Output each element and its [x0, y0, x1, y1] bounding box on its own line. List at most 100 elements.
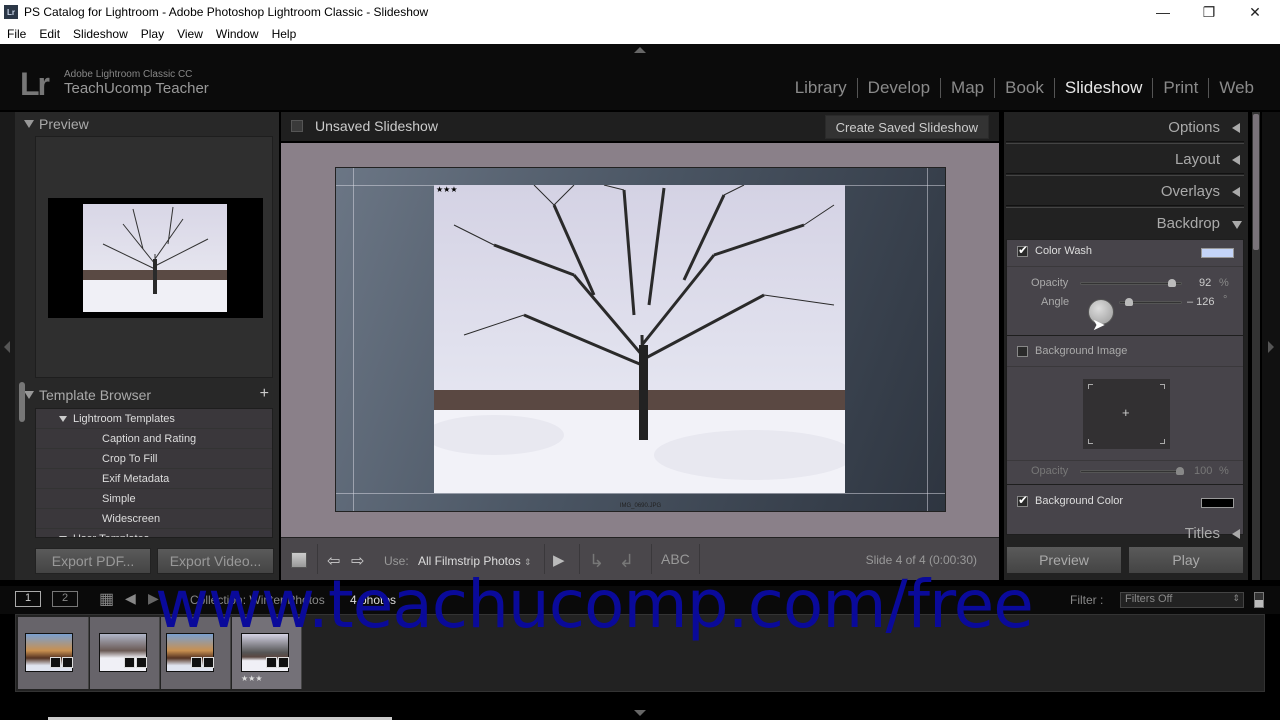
collapse-right-panel-icon[interactable]: [1268, 341, 1274, 353]
slideshow-header: Unsaved Slideshow Create Saved Slideshow: [281, 112, 999, 142]
maximize-button[interactable]: ❐: [1186, 0, 1232, 24]
collapsed-triangle-icon: [1232, 529, 1240, 539]
use-select[interactable]: All Filmstrip Photos ⇕: [418, 554, 532, 568]
preview-slide: [48, 198, 263, 318]
backdrop-section-header[interactable]: Backdrop: [1004, 208, 1248, 240]
right-panel-scrollbar[interactable]: [1252, 112, 1260, 580]
menu-help[interactable]: Help: [265, 27, 303, 41]
forward-arrow-icon[interactable]: ▶: [148, 590, 159, 607]
menu-slideshow[interactable]: Slideshow: [66, 27, 134, 41]
right-panel-buttons: Preview Play: [1006, 546, 1244, 574]
module-develop[interactable]: Develop: [858, 78, 940, 98]
collapse-left-panel-icon[interactable]: [4, 341, 10, 353]
layout-section-header[interactable]: Layout: [1004, 144, 1248, 176]
background-image-checkbox[interactable]: [1017, 346, 1028, 357]
opacity-slider-thumb[interactable]: [1167, 279, 1176, 287]
create-saved-slideshow-button[interactable]: Create Saved Slideshow: [824, 115, 989, 139]
photo-count[interactable]: 4 photos: [350, 593, 396, 607]
color-wash-swatch[interactable]: [1201, 248, 1234, 258]
color-wash-checkbox[interactable]: [1017, 243, 1028, 257]
background-color-checkbox[interactable]: [1017, 493, 1028, 507]
module-web[interactable]: Web: [1209, 78, 1264, 98]
opacity-value[interactable]: 92: [1199, 277, 1211, 289]
preview-button[interactable]: Preview: [1006, 546, 1122, 574]
layout-guide[interactable]: [336, 493, 945, 494]
filmstrip-cell-selected[interactable]: ★★★: [232, 617, 302, 689]
rotate-counterclockwise-icon[interactable]: ↲: [619, 551, 634, 572]
filter-select[interactable]: Filters Off ⇕: [1120, 592, 1244, 608]
primary-window-button[interactable]: 1: [15, 591, 41, 607]
angle-label: Angle: [1041, 296, 1070, 308]
menu-view[interactable]: View: [170, 27, 209, 41]
add-template-icon[interactable]: +: [260, 385, 269, 403]
scrollbar-thumb[interactable]: [1253, 114, 1259, 250]
template-item[interactable]: Simple: [36, 489, 272, 509]
bg-opacity-slider[interactable]: [1080, 470, 1182, 473]
bg-opacity-slider-thumb[interactable]: [1176, 467, 1184, 475]
background-color-swatch[interactable]: [1201, 498, 1234, 508]
bg-opacity-value[interactable]: 100: [1194, 465, 1212, 477]
template-label: Caption and Rating: [102, 432, 197, 445]
back-arrow-icon[interactable]: ◀: [125, 590, 136, 607]
menu-file[interactable]: File: [0, 27, 32, 41]
stop-button[interactable]: [291, 552, 307, 568]
module-slideshow[interactable]: Slideshow: [1055, 78, 1153, 98]
menu-edit[interactable]: Edit: [32, 27, 66, 41]
filmstrip-cell[interactable]: [90, 617, 160, 689]
left-panel-scrollbar[interactable]: [19, 382, 25, 422]
export-video-button[interactable]: Export Video...: [157, 548, 274, 574]
next-slide-icon[interactable]: ⇨: [351, 551, 364, 571]
keyword-badge-icon: [124, 657, 135, 668]
options-section-header[interactable]: Options: [1004, 112, 1248, 144]
filmstrip-source[interactable]: Collection: Winter Photos: [190, 593, 325, 607]
close-button[interactable]: ✕: [1232, 0, 1278, 24]
layout-guide[interactable]: [927, 168, 928, 511]
template-folder-user[interactable]: User Templates: [36, 529, 272, 537]
lr-logo: Lr: [20, 66, 50, 102]
slideshow-toolbar: ⇦ ⇨ Use: All Filmstrip Photos ⇕ ▶ ↳ ↲ AB…: [281, 537, 999, 580]
folder-expand-icon: [59, 416, 67, 422]
overlays-section-header[interactable]: Overlays: [1004, 176, 1248, 208]
template-item[interactable]: Caption and Rating: [36, 429, 272, 449]
play-preview-icon[interactable]: ▶: [553, 551, 565, 569]
filter-lock-toggle[interactable]: [1254, 592, 1264, 608]
secondary-window-button[interactable]: 2: [52, 591, 78, 607]
preview-panel-header[interactable]: Preview: [15, 112, 279, 136]
template-item[interactable]: Exif Metadata: [36, 469, 272, 489]
opacity-label: Opacity: [1031, 277, 1069, 289]
menu-play[interactable]: Play: [134, 27, 170, 41]
opacity-slider[interactable]: [1080, 282, 1182, 285]
collapse-top-panel-icon[interactable]: [634, 47, 646, 53]
menu-window[interactable]: Window: [209, 27, 265, 41]
slide-status: Slide 4 of 4 (0:00:30): [865, 553, 977, 567]
section-label: Backdrop: [1156, 215, 1220, 232]
background-image-well[interactable]: +: [1083, 379, 1170, 449]
grid-view-icon[interactable]: ▦: [99, 589, 114, 609]
divider: [1007, 484, 1243, 485]
slide-editor: Unsaved Slideshow Create Saved Slideshow…: [281, 112, 999, 580]
template-item[interactable]: Widescreen: [36, 509, 272, 529]
slide[interactable]: ★★★ IMG_0690.JPG: [335, 167, 946, 512]
module-map[interactable]: Map: [941, 78, 994, 98]
collapse-filmstrip-icon[interactable]: [634, 710, 646, 716]
add-text-button[interactable]: ABC: [661, 551, 690, 567]
filmstrip-cell[interactable]: [161, 617, 231, 689]
module-library[interactable]: Library: [785, 78, 857, 98]
angle-value[interactable]: – 126: [1187, 296, 1215, 308]
template-item[interactable]: Crop To Fill: [36, 449, 272, 469]
rotate-clockwise-icon[interactable]: ↳: [589, 551, 604, 572]
module-book[interactable]: Book: [995, 78, 1054, 98]
filmstrip-cell[interactable]: [18, 617, 89, 689]
angle-slider-thumb[interactable]: [1125, 298, 1133, 306]
minimize-button[interactable]: —: [1140, 0, 1186, 24]
previous-slide-icon[interactable]: ⇦: [327, 551, 340, 571]
template-folder-lightroom[interactable]: Lightroom Templates: [36, 409, 272, 429]
expand-triangle-icon: [24, 120, 34, 128]
identity-user: TeachUcomp Teacher: [64, 80, 209, 97]
module-print[interactable]: Print: [1153, 78, 1208, 98]
export-pdf-button[interactable]: Export PDF...: [35, 548, 151, 574]
play-button[interactable]: Play: [1128, 546, 1244, 574]
layout-guide[interactable]: [353, 168, 354, 511]
template-browser-header[interactable]: Template Browser +: [15, 383, 279, 407]
opacity-unit: %: [1219, 277, 1229, 289]
